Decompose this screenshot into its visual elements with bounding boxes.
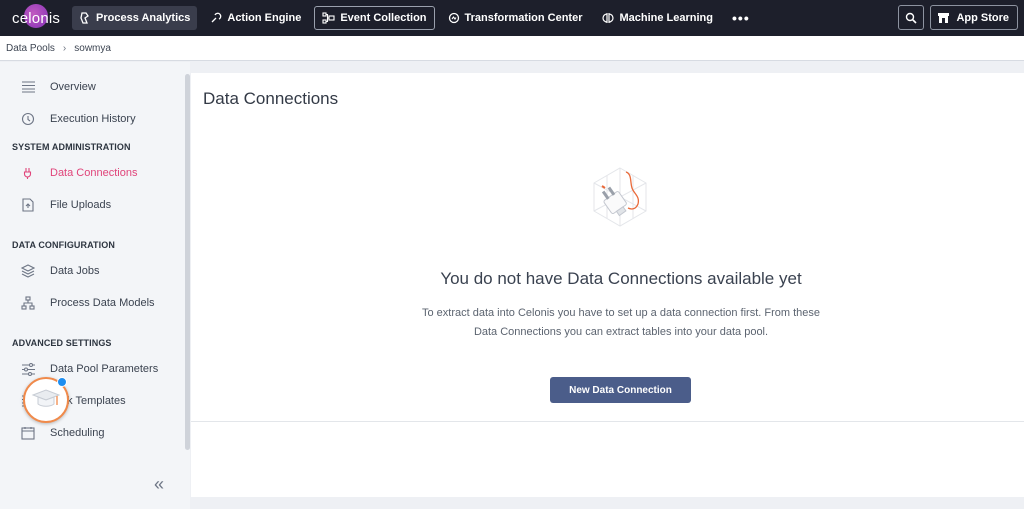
- nav-label: Transformation Center: [464, 12, 583, 24]
- celonis-logo[interactable]: celonis: [0, 0, 72, 36]
- sidebar-item-execution-history[interactable]: Execution History: [0, 106, 184, 132]
- sidebar-scrollbar[interactable]: [185, 74, 190, 450]
- sidebar-item-data-pool-parameters[interactable]: Data Pool Parameters: [0, 356, 184, 382]
- sidebar-item-label: File Uploads: [50, 199, 112, 211]
- store-icon: [938, 12, 950, 23]
- machine-learning-icon: [602, 13, 615, 23]
- sidebar-item-label: Scheduling: [50, 427, 105, 439]
- nav-event-collection[interactable]: Event Collection: [314, 6, 435, 30]
- search-icon: [906, 12, 918, 24]
- graduation-cap-icon: [31, 389, 61, 407]
- event-collection-icon: [322, 12, 335, 24]
- nav-process-analytics[interactable]: Process Analytics: [72, 6, 198, 30]
- action-engine-icon: [211, 12, 222, 23]
- section-system-administration: SYSTEM ADMINISTRATION: [12, 142, 131, 152]
- sidebar-item-label: Data Pool Parameters: [50, 363, 159, 375]
- calendar-icon: [20, 425, 36, 441]
- nav-label: Machine Learning: [619, 12, 714, 24]
- overview-icon: [20, 79, 36, 95]
- nav-machine-learning[interactable]: Machine Learning: [595, 6, 720, 30]
- collapse-sidebar-icon[interactable]: «: [154, 474, 164, 495]
- divider: [191, 421, 1024, 422]
- sidebar: Overview Execution History SYSTEM ADMINI…: [0, 62, 190, 509]
- search-button[interactable]: [898, 5, 925, 30]
- plug-illustration-icon: [590, 166, 650, 233]
- sidebar-item-data-connections[interactable]: Data Connections: [0, 160, 184, 186]
- sidebar-item-label: Overview: [50, 81, 96, 93]
- breadcrumb-data-pools[interactable]: Data Pools: [6, 43, 55, 54]
- breadcrumb: Data Pools › sowmya: [0, 36, 1024, 61]
- file-upload-icon: [20, 197, 36, 213]
- hierarchy-icon: [20, 295, 36, 311]
- app-store-label: App Store: [956, 11, 1009, 24]
- notification-dot: [57, 377, 67, 387]
- more-menu-icon[interactable]: •••: [726, 10, 756, 26]
- sidebar-item-label: Data Jobs: [50, 265, 100, 277]
- sidebar-item-label: Execution History: [50, 113, 136, 125]
- app-store-button[interactable]: App Store: [930, 5, 1018, 30]
- nav-action-engine[interactable]: Action Engine: [203, 6, 308, 30]
- nav-label: Event Collection: [340, 12, 427, 24]
- nav-label: Process Analytics: [96, 12, 191, 24]
- logo-text: celonis: [12, 9, 61, 27]
- plug-icon: [20, 165, 36, 181]
- process-analytics-icon: [80, 12, 89, 24]
- sidebar-item-scheduling[interactable]: Scheduling: [0, 420, 184, 446]
- breadcrumb-current: sowmya: [74, 42, 111, 54]
- main-panel: Data Connections You do not have Data Co…: [191, 73, 1024, 497]
- history-icon: [20, 111, 36, 127]
- top-navigation-bar: celonis Process Analytics Action Engine …: [0, 0, 1024, 36]
- sliders-icon: [20, 361, 36, 377]
- breadcrumb-separator: ›: [62, 42, 67, 54]
- page-title: Data Connections: [203, 89, 339, 108]
- nav-transformation-center[interactable]: Transformation Center: [441, 6, 590, 30]
- section-data-configuration: DATA CONFIGURATION: [12, 240, 115, 250]
- sidebar-item-file-uploads[interactable]: File Uploads: [0, 192, 184, 218]
- new-data-connection-button[interactable]: New Data Connection: [550, 377, 691, 403]
- layers-icon: [20, 263, 36, 279]
- empty-state-description: To extract data into Celonis you have to…: [421, 307, 821, 338]
- section-advanced-settings: ADVANCED SETTINGS: [12, 338, 112, 348]
- top-right-actions: App Store: [898, 5, 1018, 30]
- sidebar-item-process-data-models[interactable]: Process Data Models: [0, 290, 184, 316]
- nav-label: Action Engine: [227, 12, 302, 24]
- sidebar-item-data-jobs[interactable]: Data Jobs: [0, 258, 184, 284]
- transformation-center-icon: [448, 12, 459, 24]
- sidebar-item-label: Process Data Models: [50, 297, 155, 309]
- empty-state-title: You do not have Data Connections availab…: [440, 269, 802, 288]
- sidebar-item-label: Data Connections: [50, 167, 138, 179]
- sidebar-item-overview[interactable]: Overview: [0, 74, 184, 100]
